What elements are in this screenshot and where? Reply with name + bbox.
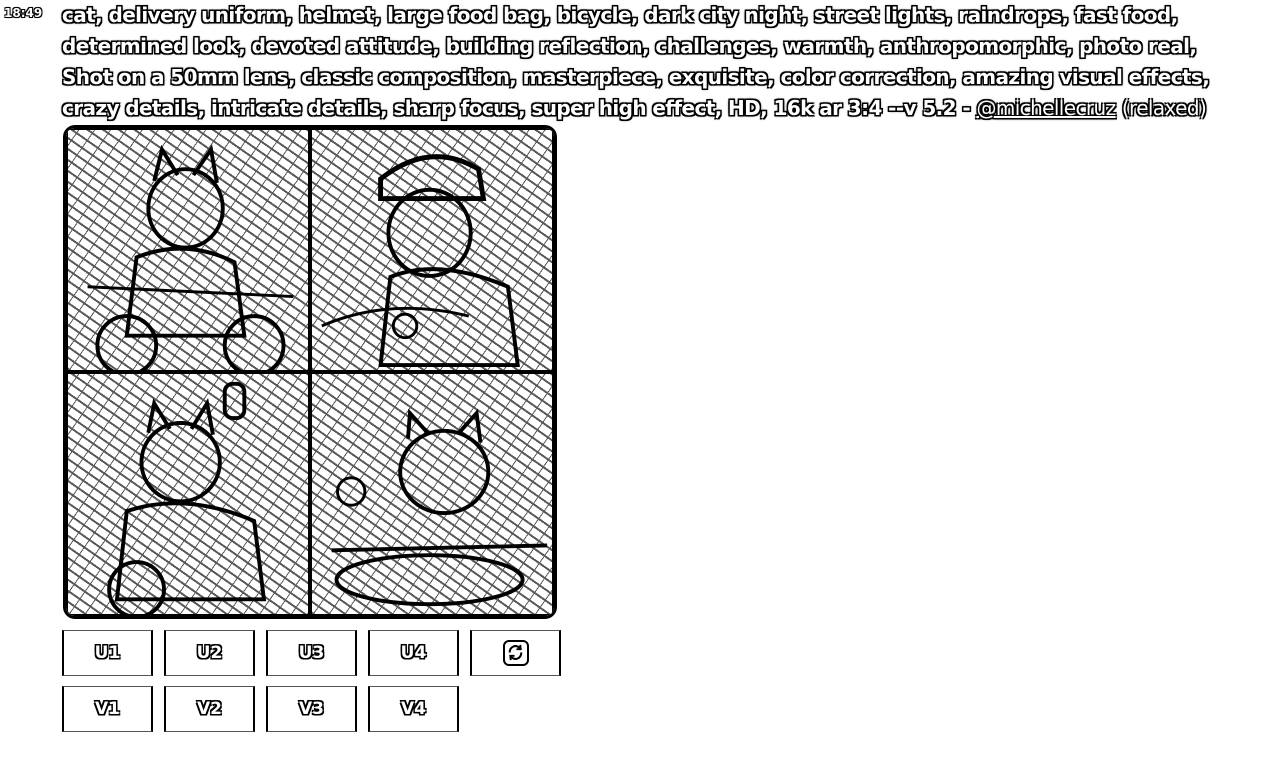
reroll-button[interactable] — [470, 630, 561, 676]
grid-image-4[interactable] — [310, 372, 554, 616]
grid-image-1[interactable] — [66, 128, 310, 372]
generation-mode: (relaxed) — [1121, 96, 1207, 120]
cat-rider-image — [68, 130, 308, 370]
prompt-text-block: cat, delivery uniform, helmet, large foo… — [62, 0, 1242, 124]
grid-image-2[interactable] — [310, 128, 554, 372]
upscale-3-button[interactable]: U3 — [266, 630, 357, 676]
message-timestamp: 18:49 — [4, 6, 43, 20]
upscale-1-button[interactable]: U1 — [62, 630, 153, 676]
grid-image-3[interactable] — [66, 372, 310, 616]
variation-3-button[interactable]: V3 — [266, 686, 357, 732]
cat-rider-image — [312, 374, 552, 614]
cat-rider-image — [312, 130, 552, 370]
upscale-button-row: U1 U2 U3 U4 — [62, 630, 561, 676]
variation-2-button[interactable]: V2 — [164, 686, 255, 732]
upscale-2-button[interactable]: U2 — [164, 630, 255, 676]
upscale-4-button[interactable]: U4 — [368, 630, 459, 676]
variation-1-button[interactable]: V1 — [62, 686, 153, 732]
variation-button-row: V1 V2 V3 V4 — [62, 686, 459, 732]
image-grid[interactable] — [63, 125, 557, 619]
reroll-icon — [502, 640, 529, 666]
variation-4-button[interactable]: V4 — [368, 686, 459, 732]
message: 18:49 cat, delivery uniform, helmet, lar… — [0, 0, 1280, 762]
cat-rider-image — [68, 374, 308, 614]
user-mention[interactable]: @michellecruz — [976, 96, 1116, 120]
